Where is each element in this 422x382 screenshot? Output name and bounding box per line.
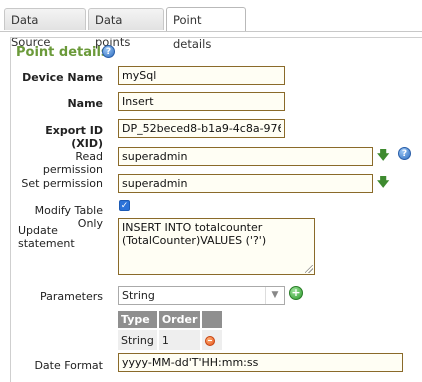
resize-grip[interactable] — [305, 265, 313, 273]
help-icon[interactable]: ? — [102, 45, 115, 58]
column-header-type: Type — [118, 311, 157, 328]
tab-data-points[interactable]: Data points — [88, 8, 164, 49]
table-row: String 1 — [118, 330, 223, 350]
set-permission-label: Set permission — [21, 177, 103, 190]
chevron-down-icon: ▼ — [265, 287, 284, 304]
modify-table-only-checkbox[interactable]: ✓ — [119, 200, 130, 211]
name-field[interactable] — [118, 92, 285, 111]
help-icon[interactable]: ? — [398, 147, 411, 160]
delete-icon[interactable] — [205, 335, 216, 346]
tab-point-details[interactable]: Point details — [166, 7, 246, 51]
xid-field[interactable] — [118, 119, 285, 138]
update-statement-label: Update statement — [18, 224, 75, 250]
row-type-cell: String — [118, 330, 157, 350]
read-permission-field[interactable] — [118, 147, 373, 166]
name-label: Name — [67, 97, 103, 110]
parameters-selected-value: String — [122, 289, 155, 302]
parameters-label: Parameters — [40, 290, 103, 303]
device-name-field[interactable] — [118, 66, 285, 85]
parameters-table: Type Order String 1 — [116, 309, 224, 352]
tab-data-source[interactable]: Data Source — [4, 8, 86, 49]
checkmark-icon: ✓ — [120, 201, 129, 211]
row-order-cell: 1 — [158, 330, 201, 350]
table-header-row: Type Order — [118, 311, 223, 328]
date-format-field[interactable] — [118, 353, 403, 372]
tab-divider — [0, 31, 422, 32]
date-format-label: Date Format — [34, 359, 103, 372]
column-header-order: Order — [158, 311, 201, 328]
add-icon[interactable]: + — [289, 286, 303, 300]
device-name-label: Device Name — [22, 71, 103, 84]
row-actions-cell — [202, 330, 223, 350]
set-permission-field[interactable] — [118, 174, 373, 193]
xid-label: Export ID (XID) — [45, 124, 103, 150]
column-header-actions — [202, 311, 223, 328]
arrow-down-icon[interactable]: 🡇 — [377, 146, 389, 167]
read-permission-label: Read permission — [42, 150, 103, 176]
arrow-down-icon[interactable]: 🡇 — [377, 173, 389, 194]
tab-bar: Data Source Data points Point details — [0, 0, 422, 51]
panel-title: Point details — [16, 45, 109, 60]
parameters-select[interactable]: String ▼ — [118, 286, 285, 305]
update-statement-textarea[interactable]: INSERT INTO totalcounter (TotalCounter)V… — [118, 218, 315, 275]
